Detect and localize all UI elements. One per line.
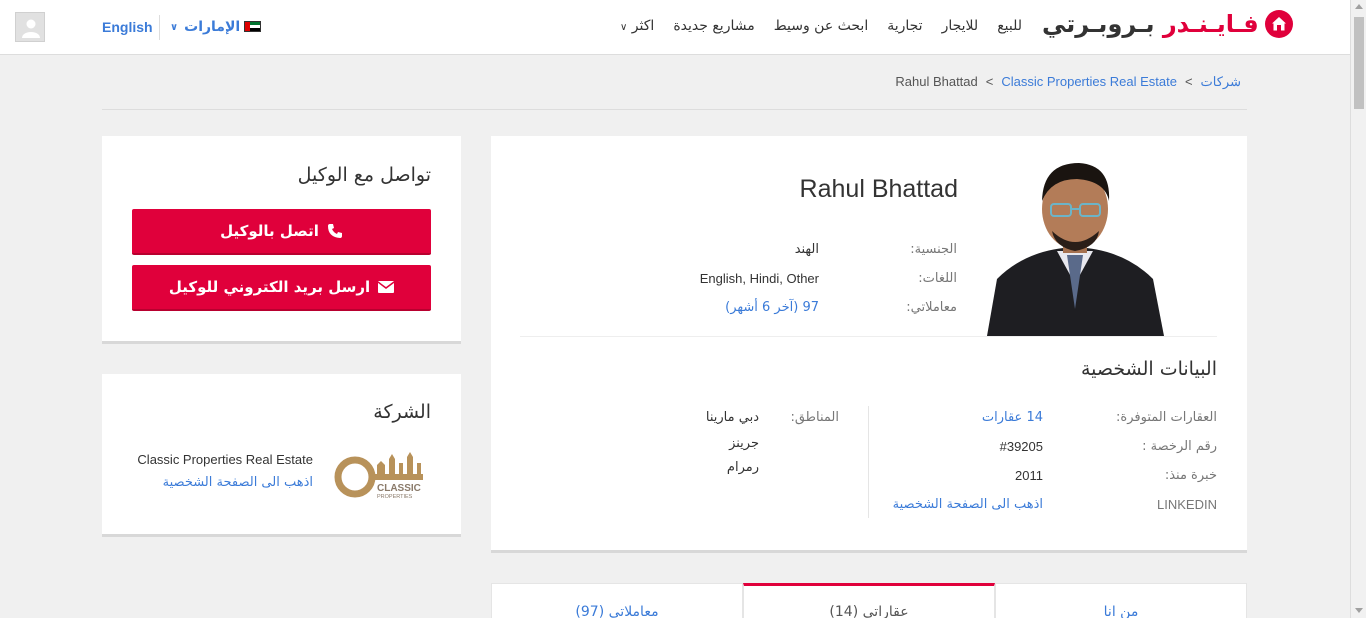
logo-wordmark: فـايـنـدر بـروبـرتي [1042,10,1259,38]
breadcrumb-companies[interactable]: شركات [1201,74,1241,90]
country-selector[interactable]: ∨ الإمارات [170,19,240,35]
contact-title: تواصل مع الوكيل [297,164,431,186]
breadcrumb-current: Rahul Bhattad [895,74,978,89]
area-item: دبي مارينا [705,410,759,425]
nav-item-rent[interactable]: للايجار [942,18,979,34]
company-profile-link[interactable]: اذهب الى الصفحة الشخصية [163,475,313,490]
linkedin-link[interactable]: اذهب الى الصفحة الشخصية [893,497,1043,512]
nav-item-new-projects[interactable]: مشاريع جديدة [673,18,754,34]
contact-agent-card: تواصل مع الوكيل اتصل بالوكيل ارسل بريد ا… [102,136,461,344]
transactions-link[interactable]: 97 (آخر 6 أشهر) [725,300,819,315]
language-switch-link[interactable]: English [102,19,153,35]
agent-photo [987,149,1164,336]
agent-name: Rahul Bhattad [799,175,958,203]
company-name: Classic Properties Real Estate [137,452,313,467]
envelope-icon [378,281,395,293]
linkedin-label: LINKEDIN [1157,497,1217,512]
nav-item-more[interactable]: اكثر ∨ [620,18,654,34]
column-divider [868,406,869,518]
breadcrumb-company[interactable]: Classic Properties Real Estate [1001,74,1177,90]
user-avatar-button[interactable] [15,12,45,42]
uae-flag-icon [244,21,261,32]
experience-value: 2011 [1015,468,1043,483]
breadcrumb: شركات > Classic Properties Real Estate >… [895,74,1241,90]
agent-profile-card: Rahul Bhattad الجنسية: الهند اللغات: Eng… [491,136,1247,553]
call-agent-button[interactable]: اتصل بالوكيل [132,209,431,255]
site-logo[interactable]: فـايـنـدر بـروبـرتي [1042,10,1293,38]
scroll-thumb[interactable] [1354,17,1364,109]
license-label: رقم الرخصة : [1142,439,1217,454]
transactions-label: معاملاتي: [906,300,957,315]
tab-transactions[interactable]: معاملاتي (97) [491,583,743,618]
area-item: جرينز [729,436,759,451]
chevron-down-icon: ∨ [620,22,628,33]
areas-label: المناطق: [790,410,839,425]
languages-value: English, Hindi, Other [699,271,819,286]
breadcrumb-divider [102,109,1247,110]
languages-label: اللغات: [918,271,957,286]
chevron-down-icon: ∨ [170,21,179,33]
scroll-down-arrow-icon[interactable] [1355,608,1363,613]
personal-info-title: البيانات الشخصية [1080,358,1217,380]
tab-properties[interactable]: عقاراتي (14) [743,583,995,618]
available-properties-label: العقارات المتوفرة: [1116,410,1217,425]
nationality-value: الهند [794,242,819,257]
license-value: #39205 [999,439,1043,454]
tab-about-me[interactable]: من انا [995,583,1247,618]
breadcrumb-separator: > [1184,74,1193,89]
profile-tabs: معاملاتي (97) عقاراتي (14) من انا [491,583,1247,618]
phone-icon [327,224,342,238]
main-nav: للبيع للايجار تجارية ابحث عن وسيط مشاريع… [620,18,1022,34]
house-icon [1264,10,1293,38]
company-logo-subtext: PROPERTIES [377,494,413,500]
call-agent-label: اتصل بالوكيل [220,222,319,240]
header-divider [159,15,160,40]
page-scrollbar[interactable] [1350,0,1366,618]
company-logo-text: CLASSIC [377,483,421,494]
company-card: الشركة CLASSIC PROPERTIES Classic Proper… [102,374,461,537]
user-icon [22,19,40,38]
nav-item-commercial[interactable]: تجارية [887,18,922,34]
logo-text-red: فـايـنـدر [1162,10,1259,38]
email-agent-label: ارسل بريد الكتروني للوكيل [168,278,371,296]
nav-item-find-agent[interactable]: ابحث عن وسيط [774,18,869,34]
email-agent-button[interactable]: ارسل بريد الكتروني للوكيل [132,265,431,311]
nationality-label: الجنسية: [910,242,957,257]
experience-label: خبرة منذ: [1164,468,1217,483]
top-header: English ∨ الإمارات للبيع للايجار تجارية … [0,0,1350,55]
section-divider [520,336,1217,337]
available-properties-link[interactable]: 14 عقارات [982,410,1043,425]
breadcrumb-separator: > [985,74,994,89]
country-label: الإمارات [184,19,241,35]
logo-text-black: بـروبـرتي [1042,10,1155,38]
nav-item-buy[interactable]: للبيع [997,18,1022,34]
nav-more-label: اكثر [631,18,655,34]
company-logo[interactable]: CLASSIC PROPERTIES [331,451,429,503]
scroll-up-arrow-icon[interactable] [1355,4,1363,9]
area-item: رمرام [726,460,759,475]
company-title: الشركة [373,401,431,423]
